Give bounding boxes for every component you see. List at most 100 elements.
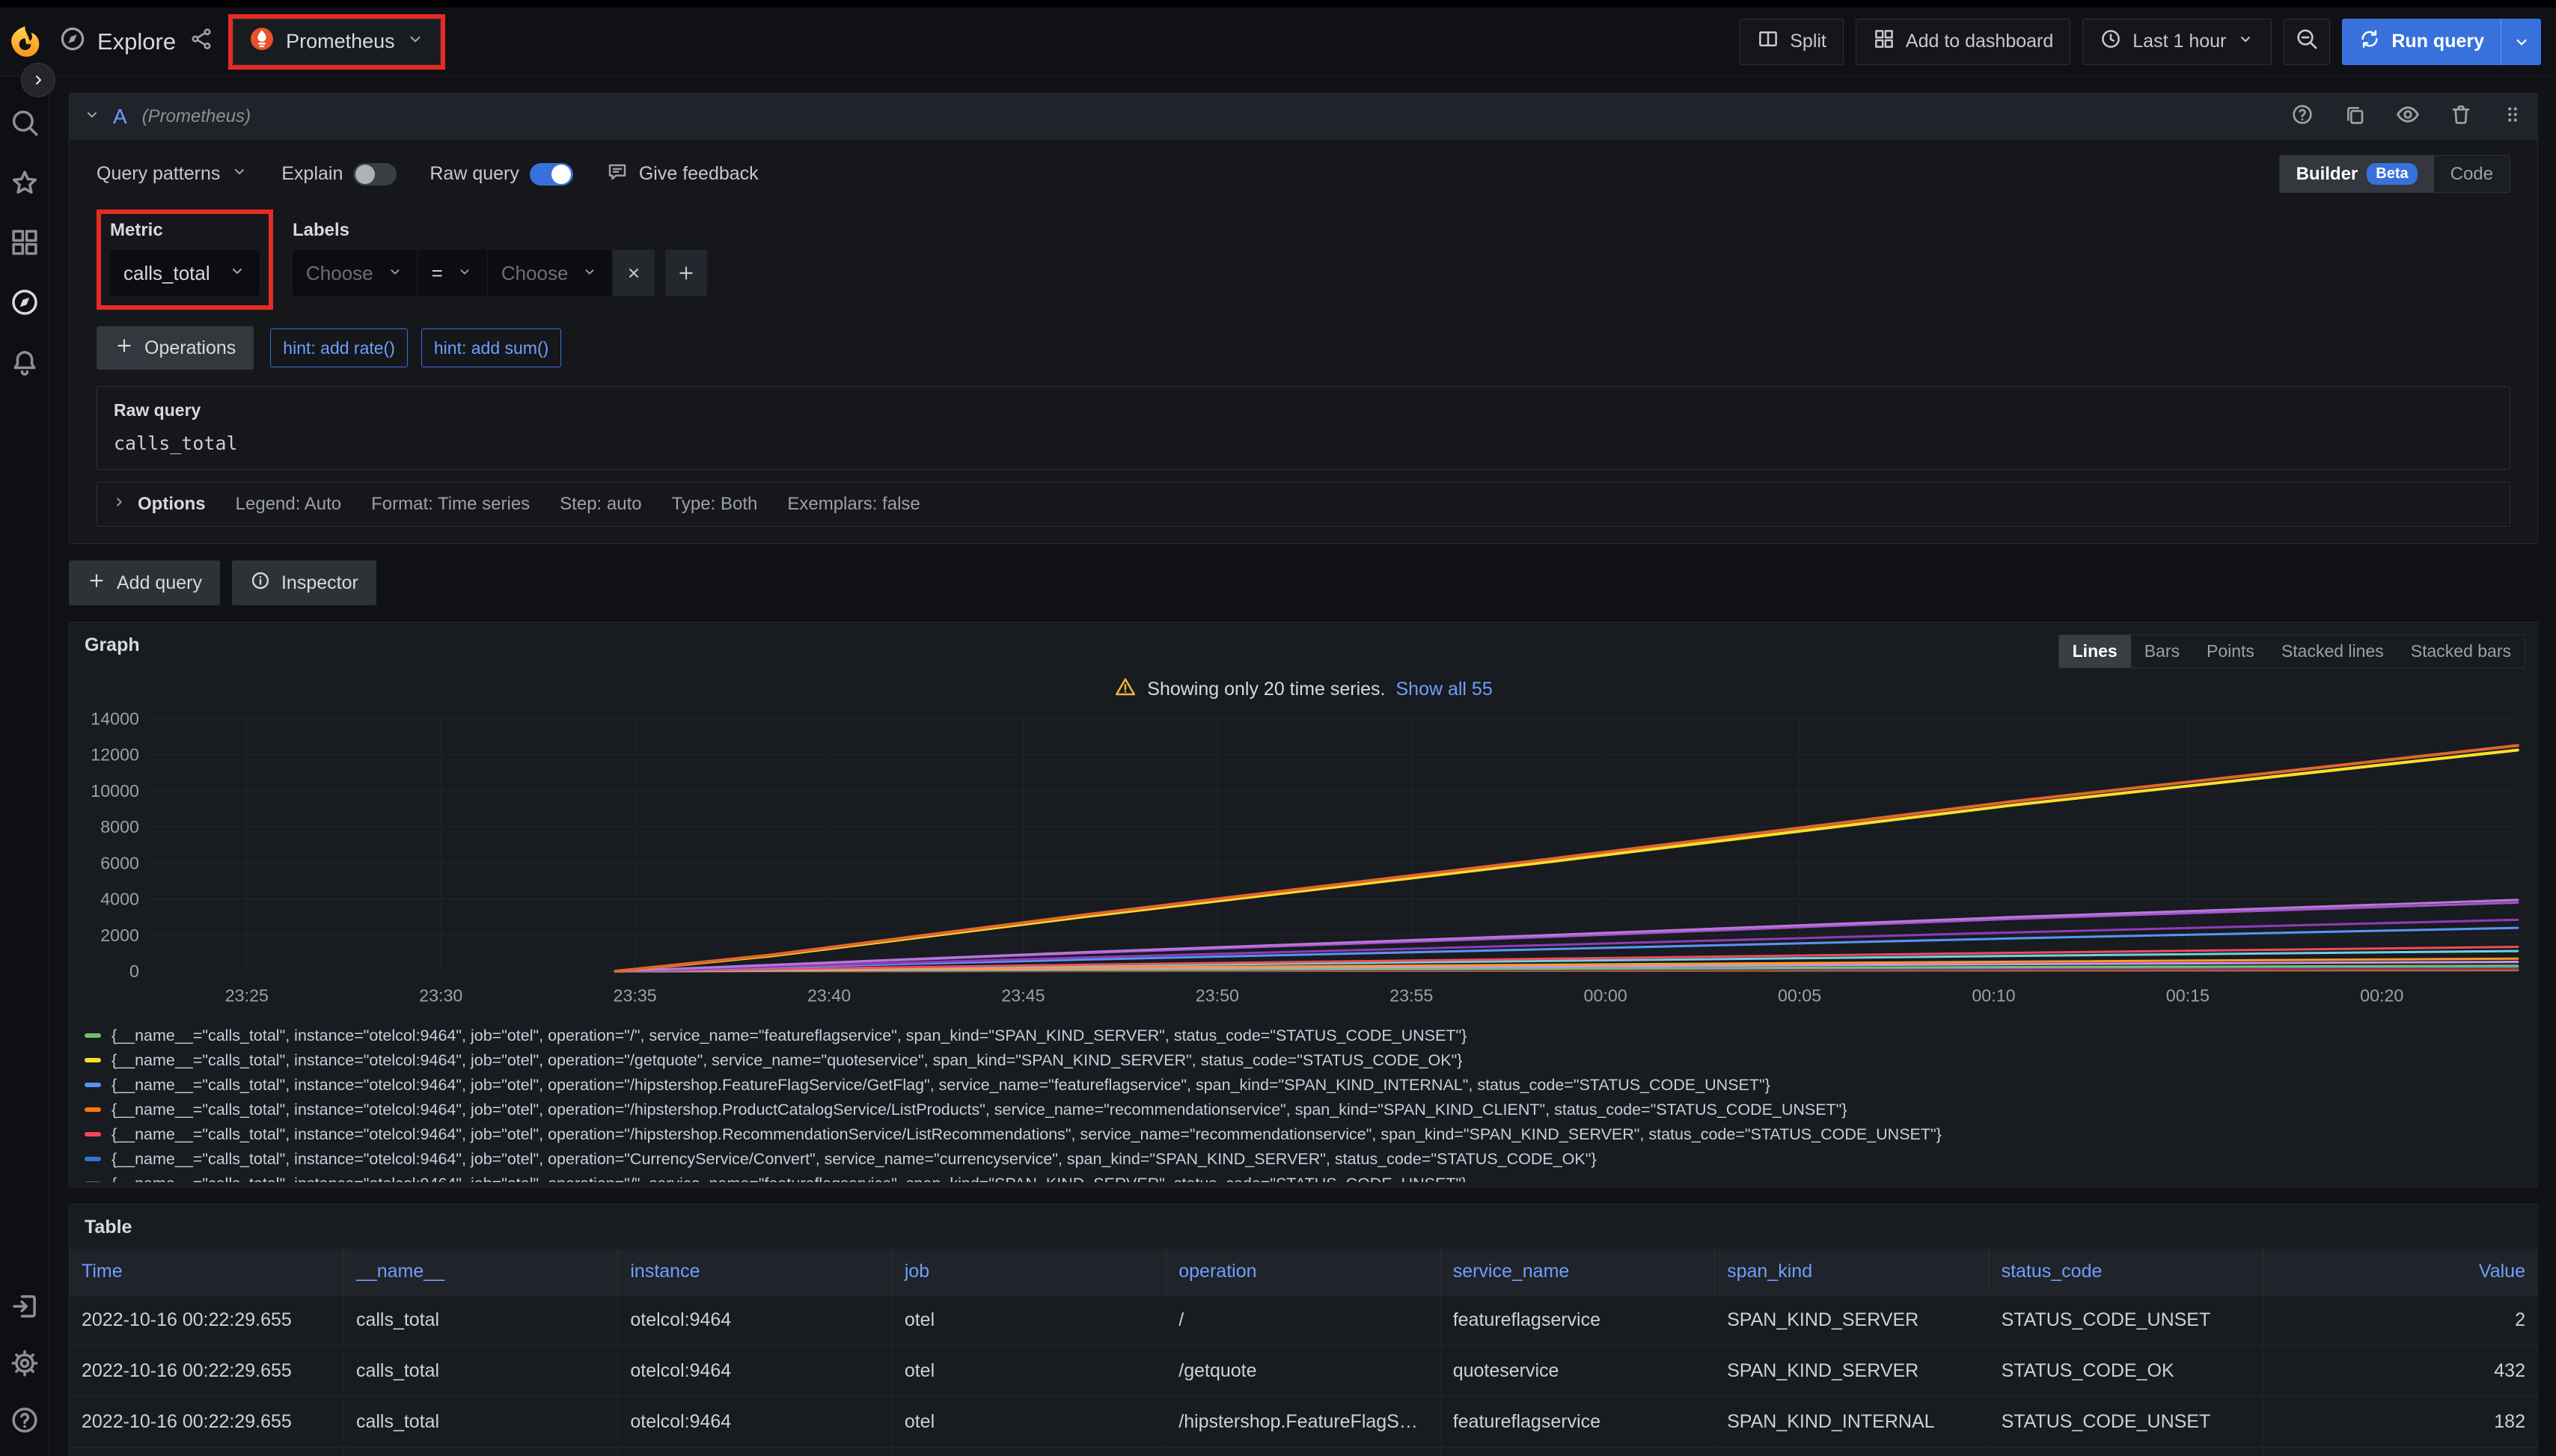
table-header-operation[interactable]: operation [1167,1249,1440,1295]
remove-query-trash-icon[interactable] [2449,103,2473,132]
show-all-series-link[interactable]: Show all 55 [1395,679,1492,700]
table-cell: otel [892,1397,1166,1448]
zoom-out-button[interactable] [2284,19,2330,65]
query-row-header[interactable]: A (Prometheus) [70,94,2537,140]
table-header-__name__[interactable]: __name__ [343,1249,617,1295]
svg-text:23:50: 23:50 [1196,986,1239,1006]
sidebar-item-settings[interactable] [8,1347,41,1380]
grafana-logo[interactable] [0,25,49,59]
explain-toggle-group: Explain [281,163,397,186]
table-header-service_name[interactable]: service_name [1440,1249,1714,1295]
copy-query-icon[interactable] [2343,103,2367,132]
top-navigation-bar: Explore Prometheus [0,7,2556,76]
run-query-button[interactable]: Run query [2342,19,2501,65]
warning-triangle-icon [1114,676,1137,703]
add-operations-button[interactable]: Operations [97,326,254,370]
chevron-down-icon [406,29,425,54]
sidebar-item-starred[interactable] [8,166,41,199]
raw-query-toggle[interactable] [530,163,573,186]
legend-item-partial[interactable]: {__name__="calls_total", instance="otelc… [85,1172,2537,1182]
results-table: Time__name__instancejoboperationservice_… [70,1249,2537,1456]
svg-text:14000: 14000 [91,709,139,728]
sidebar-item-search[interactable] [8,106,41,139]
labels-section: Labels Choose = [293,209,707,296]
svg-text:00:05: 00:05 [1778,986,1821,1006]
legend-item-0[interactable]: {__name__="calls_total", instance="otelc… [85,1024,2537,1048]
collapse-chevron-icon[interactable] [83,105,101,129]
query-hint-button-0[interactable]: hint: add rate() [270,328,408,367]
star-icon [9,167,40,198]
add-label-filter-button[interactable] [665,250,707,296]
code-mode-option[interactable]: Code [2434,156,2510,192]
legend-item-5[interactable]: {__name__="calls_total", instance="otelc… [85,1147,2537,1172]
graph-mode-bars[interactable]: Bars [2131,635,2193,667]
table-cell: STATUS_CODE_UNSET [1989,1295,2263,1346]
table-header-instance[interactable]: instance [618,1249,892,1295]
raw-query-label: Raw query [114,400,2493,420]
clock-icon [2100,28,2122,55]
table-header-time[interactable]: Time [70,1249,343,1295]
graph-mode-lines[interactable]: Lines [2059,635,2131,667]
split-button[interactable]: Split [1740,19,1844,65]
table-cell: /hipstershop.ProductCatalogS... [1167,1448,1440,1456]
annotation-datasource-box: Prometheus [228,14,445,70]
table-header-status_code[interactable]: status_code [1989,1249,2263,1295]
table-cell: SPAN_KIND_SERVER [1715,1295,1989,1346]
legend-item-2[interactable]: {__name__="calls_total", instance="otelc… [85,1073,2537,1098]
query-patterns-dropdown[interactable]: Query patterns [97,162,248,186]
legend-label: {__name__="calls_total", instance="otelc… [111,1175,1467,1182]
explain-toggle[interactable] [353,163,397,186]
sidebar-item-sign-in[interactable] [8,1290,41,1323]
table-header-job[interactable]: job [892,1249,1166,1295]
legend-item-1[interactable]: {__name__="calls_total", instance="otelc… [85,1048,2537,1073]
chevron-down-icon [456,262,473,285]
drag-handle-icon[interactable] [2501,103,2524,131]
query-options-meta: Legend: AutoFormat: Time seriesStep: aut… [236,494,920,515]
table-cell: otel [892,1346,1166,1397]
add-to-dashboard-button[interactable]: Add to dashboard [1856,19,2070,65]
graph-mode-stacked-bars[interactable]: Stacked bars [2397,635,2525,667]
svg-text:12000: 12000 [91,745,139,765]
graph-mode-stacked-lines[interactable]: Stacked lines [2268,635,2397,667]
sidebar-item-alerting[interactable] [8,346,41,379]
sidebar-item-help[interactable] [8,1404,41,1437]
graph-mode-toggle: LinesBarsPointsStacked linesStacked bars [2058,634,2525,668]
datasource-picker[interactable]: Prometheus [233,19,441,65]
table-row: 2022-10-16 00:22:29.655calls_totalotelco… [70,1448,2537,1456]
query-options-bar[interactable]: Options Legend: AutoFormat: Time seriesS… [97,482,2510,527]
give-feedback-link[interactable]: Give feedback [606,160,759,188]
table-cell: / [1167,1295,1440,1346]
beta-badge: Beta [2367,163,2417,185]
graph-canvas[interactable]: 0200040006000800010000120001400023:2523:… [77,706,2527,1016]
expand-sidebar-button[interactable] [21,63,55,97]
add-query-button[interactable]: Add query [69,560,220,605]
apps-grid-icon [1873,28,1895,55]
legend-label: {__name__="calls_total", instance="otelc… [111,1027,1467,1045]
time-range-picker[interactable]: Last 1 hour [2082,19,2272,65]
label-operator-select[interactable]: = [418,250,486,296]
legend-item-3[interactable]: {__name__="calls_total", instance="otelc… [85,1098,2537,1122]
share-icon[interactable] [189,27,213,57]
hide-response-eye-icon[interactable] [2395,102,2421,132]
table-cell: otelcol:9464 [618,1346,892,1397]
legend-item-4[interactable]: {__name__="calls_total", instance="otelc… [85,1122,2537,1147]
chevron-down-icon [387,262,403,285]
run-query-caret[interactable] [2501,19,2541,65]
datasource-name: Prometheus [286,30,395,53]
sidebar-item-dashboards[interactable] [8,226,41,259]
table-header-value[interactable]: Value [2263,1249,2538,1295]
label-value-select[interactable]: Choose [488,250,612,296]
inspector-button[interactable]: Inspector [232,560,376,605]
table-cell: 621 [2263,1448,2538,1456]
graph-mode-points[interactable]: Points [2193,635,2268,667]
remove-label-filter-button[interactable] [613,250,655,296]
builder-mode-option[interactable]: Builder Beta [2280,156,2434,192]
help-circle-icon[interactable] [2290,103,2314,132]
sidebar-item-explore[interactable] [8,286,41,319]
metric-select[interactable]: calls_total [110,250,260,296]
query-hint-button-1[interactable]: hint: add sum() [421,328,561,367]
table-cell: quoteservice [1440,1346,1714,1397]
table-header-span_kind[interactable]: span_kind [1715,1249,1989,1295]
svg-text:23:30: 23:30 [419,986,462,1006]
label-key-select[interactable]: Choose [293,250,417,296]
